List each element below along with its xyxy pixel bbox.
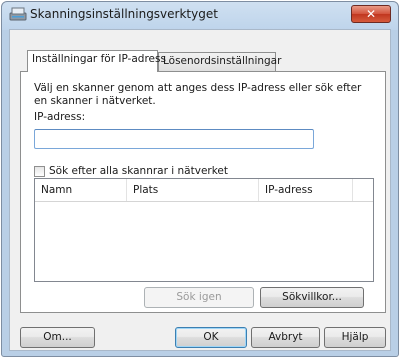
tab-ip-address-settings[interactable]: Inställningar för IP-adress — [27, 50, 166, 72]
scanner-list-header: Namn Plats IP-adress — [35, 179, 373, 202]
ip-address-input[interactable] — [34, 129, 314, 149]
close-button[interactable]: ✕ — [351, 5, 391, 23]
column-header-ip-address[interactable]: IP-adress — [259, 179, 353, 201]
search-conditions-button[interactable]: Sökvillkor... — [260, 287, 364, 308]
ok-button[interactable]: OK — [175, 327, 247, 348]
tab-label: Inställningar för IP-adress — [32, 53, 166, 65]
window-title: Skanningsinställningsverktyget — [30, 7, 218, 21]
dialog-client-area: Inställningar för IP-adress Lösenordsins… — [9, 29, 391, 351]
instruction-text: Välj en skanner genom att anges dess IP-… — [34, 82, 362, 107]
search-again-button[interactable]: Sök igen — [144, 287, 254, 308]
scanner-app-icon — [9, 7, 27, 21]
search-all-checkbox-label[interactable]: Sök efter alla skannrar i nätverket — [49, 165, 228, 177]
ip-address-label: IP-adress: — [34, 111, 86, 123]
column-header-location[interactable]: Plats — [127, 179, 259, 201]
ip-settings-panel: Välj en skanner genom att anges dess IP-… — [20, 71, 386, 313]
tab-label: Lösenordsinställningar — [163, 55, 282, 67]
close-icon: ✕ — [365, 7, 377, 21]
cancel-button[interactable]: Avbryt — [251, 327, 320, 348]
about-button[interactable]: Om... — [20, 327, 95, 348]
scanner-list[interactable]: Namn Plats IP-adress — [34, 178, 374, 282]
title-bar[interactable]: Skanningsinställningsverktyget ✕ — [2, 2, 398, 28]
search-all-checkbox[interactable] — [34, 166, 45, 177]
column-header-name[interactable]: Namn — [35, 179, 127, 201]
help-button[interactable]: Hjälp — [324, 327, 386, 348]
dialog-window: Skanningsinställningsverktyget ✕ Inställ… — [1, 1, 399, 357]
tab-password-settings[interactable]: Lösenordsinställningar — [158, 52, 281, 71]
